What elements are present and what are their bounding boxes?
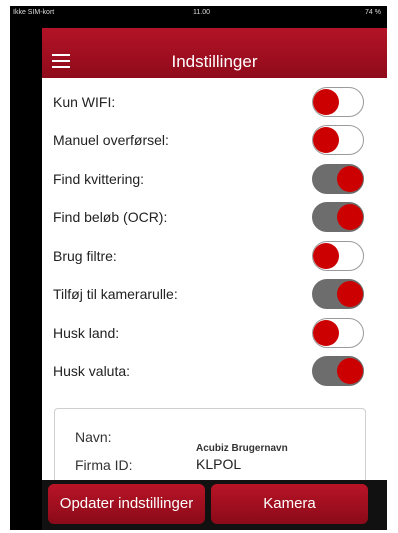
kun-wifi-toggle[interactable] — [312, 87, 364, 117]
bottom-action-bar: Opdater indstillinger Kamera — [42, 480, 387, 530]
setting-label: Husk land: — [53, 325, 120, 341]
toggle-knob — [337, 204, 363, 230]
find-belob-toggle[interactable] — [312, 202, 364, 232]
device-frame: Ikke SIM-kort 11.00 74 % Indstillinger K… — [10, 6, 387, 530]
toggle-knob — [337, 281, 363, 307]
setting-row-brug-filtre: Brug filtre: — [42, 239, 387, 277]
name-value: Acubiz Brugernavn — [196, 443, 288, 454]
company-id-label: Firma ID: — [75, 457, 133, 473]
toggle-knob — [313, 243, 339, 269]
setting-row-manuel-overforsel: Manuel overførsel: — [42, 123, 387, 161]
setting-row-kun-wifi: Kun WIFI: — [42, 85, 387, 123]
app-header: Indstillinger — [42, 28, 387, 78]
toggle-knob — [337, 358, 363, 384]
setting-row-husk-valuta: Husk valuta: — [42, 354, 387, 392]
setting-label: Tilføj til kamerarulle: — [53, 286, 178, 302]
setting-row-find-kvittering: Find kvittering: — [42, 162, 387, 200]
toggle-knob — [313, 89, 339, 115]
manuel-overforsel-toggle[interactable] — [312, 125, 364, 155]
update-settings-button[interactable]: Opdater indstillinger — [48, 484, 205, 524]
setting-row-find-belob: Find beløb (OCR): — [42, 200, 387, 238]
husk-land-toggle[interactable] — [312, 318, 364, 348]
setting-label: Manuel overførsel: — [53, 132, 169, 148]
status-bar: Ikke SIM-kort 11.00 74 % — [10, 6, 387, 22]
husk-valuta-toggle[interactable] — [312, 356, 364, 386]
page-title: Indstillinger — [171, 52, 258, 71]
name-label: Navn: — [75, 429, 112, 445]
battery-level: 74 % — [365, 9, 381, 16]
setting-row-husk-land: Husk land: — [42, 316, 387, 354]
setting-label: Find beløb (OCR): — [53, 209, 168, 225]
tilfoj-kamerarulle-toggle[interactable] — [312, 279, 364, 309]
toggle-knob — [313, 320, 339, 346]
camera-button[interactable]: Kamera — [211, 484, 368, 524]
carrier-label: Ikke SIM-kort — [13, 9, 55, 16]
company-id-value: KLPOL — [196, 456, 242, 472]
brug-filtre-toggle[interactable] — [312, 241, 364, 271]
toggle-knob — [337, 166, 363, 192]
toggle-knob — [313, 127, 339, 153]
find-kvittering-toggle[interactable] — [312, 164, 364, 194]
setting-label: Find kvittering: — [53, 171, 145, 187]
setting-label: Husk valuta: — [53, 363, 131, 379]
settings-screen: Indstillinger Kun WIFI: Manuel overførse… — [42, 28, 387, 530]
setting-label: Brug filtre: — [53, 248, 117, 264]
setting-row-tilfoj-kamerarulle: Tilføj til kamerarulle: — [42, 277, 387, 315]
clock: 11.00 — [193, 9, 210, 16]
setting-label: Kun WIFI: — [53, 94, 116, 110]
